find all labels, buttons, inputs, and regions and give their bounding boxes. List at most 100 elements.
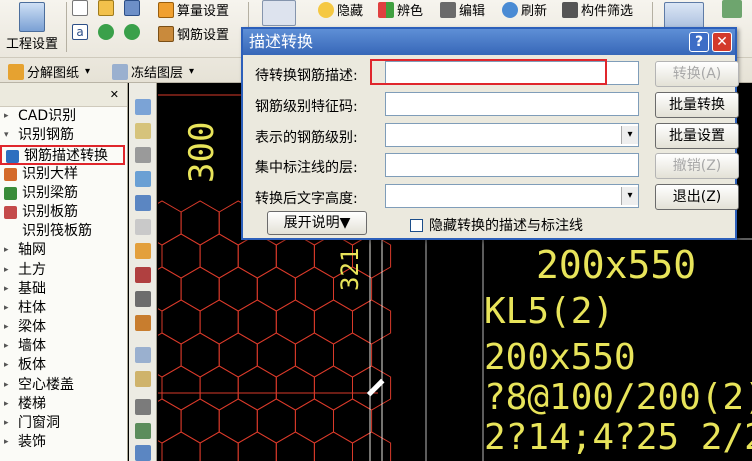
- sidebar-item[interactable]: ▸ 墙体: [0, 337, 127, 356]
- hatch-hexagon: [180, 332, 220, 378]
- box-icon[interactable]: [722, 0, 742, 18]
- sidebar-item-label: 空心楼盖: [18, 376, 74, 393]
- hatch-hexagon: [237, 233, 277, 279]
- sidebar-item[interactable]: ▸ CAD识别: [0, 107, 127, 126]
- chevron-right-icon[interactable]: ▸: [4, 318, 9, 337]
- grid-icon[interactable]: [135, 99, 151, 115]
- sidebar-item[interactable]: ▸ 土方: [0, 261, 127, 280]
- expand-description-button[interactable]: 展开说明▼: [267, 211, 367, 235]
- layer-icon: [112, 63, 128, 80]
- chevron-right-icon[interactable]: ▸: [4, 337, 9, 356]
- hide-button[interactable]: 隐藏: [318, 0, 363, 19]
- field-combobox[interactable]: [385, 184, 639, 208]
- list-icon[interactable]: [135, 291, 151, 307]
- dim-icon[interactable]: [135, 123, 151, 139]
- sidebar-item[interactable]: ▸ 轴网: [0, 241, 127, 260]
- open-folder-icon[interactable]: [98, 0, 114, 16]
- pointer-icon[interactable]: [135, 171, 151, 187]
- chevron-right-icon[interactable]: ▸: [4, 395, 9, 414]
- sidebar-item[interactable]: ▸ 楼梯: [0, 395, 127, 414]
- save-icon[interactable]: [124, 0, 140, 16]
- freeze-layer-button[interactable]: 冻结图层: [112, 62, 194, 81]
- field-action-button[interactable]: 批量转换: [655, 92, 739, 118]
- close-icon[interactable]: ✕: [712, 32, 732, 52]
- knife-icon[interactable]: [135, 399, 151, 415]
- explode-drawing-label: 分解图纸: [27, 66, 80, 81]
- help-icon[interactable]: ?: [689, 32, 709, 52]
- explode-drawing-button[interactable]: 分解图纸: [8, 62, 90, 81]
- sidebar-item[interactable]: ▸ 空心楼盖: [0, 376, 127, 395]
- sidebar-item[interactable]: 识别筏板筋: [0, 222, 127, 241]
- dialog-title-bar: 描述转换 ? ✕: [243, 29, 735, 55]
- marker-icon[interactable]: [135, 267, 151, 283]
- sidebar-item[interactable]: ▸ 门窗洞: [0, 414, 127, 433]
- rebar-settings-button[interactable]: 钢筋设置: [158, 24, 229, 43]
- chevron-down-icon[interactable]: ▾: [4, 126, 9, 145]
- sidebar-item[interactable]: ▾ 识别钢筋: [0, 126, 127, 145]
- xyz-icon[interactable]: [135, 315, 151, 331]
- sidebar-item[interactable]: ▸ 装饰: [0, 433, 127, 452]
- field-input[interactable]: [385, 153, 639, 177]
- hatch-hexagon: [275, 431, 315, 461]
- calc-settings-button[interactable]: 算量设置: [158, 0, 229, 19]
- paint-icon[interactable]: [135, 371, 151, 387]
- chevron-right-icon[interactable]: ▸: [4, 261, 9, 280]
- hide-converted-checkbox[interactable]: 隐藏转换的描述与标注线: [410, 215, 583, 235]
- sidebar-item[interactable]: 钢筋描述转换: [0, 145, 125, 165]
- refresh-button[interactable]: 刷新: [502, 0, 547, 19]
- color-identify-button[interactable]: 辨色: [378, 0, 423, 19]
- field-action-button[interactable]: 撤销(Z): [655, 153, 739, 179]
- field-label: 集中标注线的层:: [255, 160, 358, 176]
- pencil-edit-icon[interactable]: [262, 0, 296, 26]
- table-icon[interactable]: [135, 219, 151, 235]
- hex-icon[interactable]: [135, 347, 151, 363]
- chevron-right-icon[interactable]: ▸: [4, 107, 9, 126]
- refresh-label: 刷新: [521, 4, 548, 19]
- sidebar-item[interactable]: ▸ 柱体: [0, 299, 127, 318]
- stairs-icon[interactable]: [135, 195, 151, 211]
- undo-icon[interactable]: [98, 24, 114, 40]
- sidebar-item[interactable]: 识别板筋: [0, 203, 127, 222]
- chevron-right-icon[interactable]: ▸: [4, 299, 9, 318]
- project-settings-button[interactable]: 工程设置: [6, 2, 58, 52]
- chevron-right-icon[interactable]: ▸: [4, 376, 9, 395]
- chevron-right-icon[interactable]: ▸: [4, 241, 9, 260]
- sidebar-item-label: 识别梁筋: [22, 184, 78, 201]
- field-combobox[interactable]: [385, 123, 639, 147]
- palette-icon: [378, 1, 394, 18]
- hatch-hexagon: [199, 233, 239, 279]
- brush-icon[interactable]: [135, 243, 151, 259]
- component-filter-button[interactable]: 构件筛选: [562, 0, 633, 19]
- component-filter-label: 构件筛选: [581, 4, 634, 19]
- sidebar-item[interactable]: 识别大样: [0, 165, 127, 184]
- sidebar-item[interactable]: 识别梁筋: [0, 184, 127, 203]
- move-icon[interactable]: [135, 423, 151, 439]
- sidebar-item-label: 门窗洞: [18, 415, 60, 431]
- redo-icon[interactable]: [124, 24, 140, 40]
- rebar-settings-label: 钢筋设置: [177, 28, 230, 43]
- hatch-hexagon: [237, 365, 277, 411]
- mirror-icon[interactable]: [135, 445, 151, 461]
- bulb-icon: [318, 1, 334, 18]
- field-label: 转换后文字高度:: [255, 191, 358, 207]
- hatch-hexagon: [161, 431, 201, 461]
- text-icon[interactable]: a: [72, 24, 88, 40]
- sidebar-item[interactable]: ▸ 板体: [0, 356, 127, 375]
- new-file-icon[interactable]: [72, 0, 88, 16]
- chevron-right-icon[interactable]: ▸: [4, 433, 9, 452]
- field-input[interactable]: [385, 92, 639, 116]
- close-icon[interactable]: ✕: [110, 88, 119, 101]
- field-action-button[interactable]: 批量设置: [655, 123, 739, 149]
- chevron-right-icon[interactable]: ▸: [4, 280, 9, 299]
- hatch-hexagon: [275, 365, 315, 411]
- edit-button[interactable]: 编辑: [440, 0, 485, 19]
- field-action-button[interactable]: 退出(Z): [655, 184, 739, 210]
- sidebar-item[interactable]: ▸ 梁体: [0, 318, 127, 337]
- field-action-button[interactable]: 转换(A): [655, 61, 739, 87]
- measure-icon[interactable]: [135, 147, 151, 163]
- hatch-hexagon: [237, 299, 277, 345]
- checkbox-box[interactable]: [410, 218, 423, 232]
- chevron-right-icon[interactable]: ▸: [4, 356, 9, 375]
- chevron-right-icon[interactable]: ▸: [4, 414, 9, 433]
- sidebar-item[interactable]: ▸ 基础: [0, 280, 127, 299]
